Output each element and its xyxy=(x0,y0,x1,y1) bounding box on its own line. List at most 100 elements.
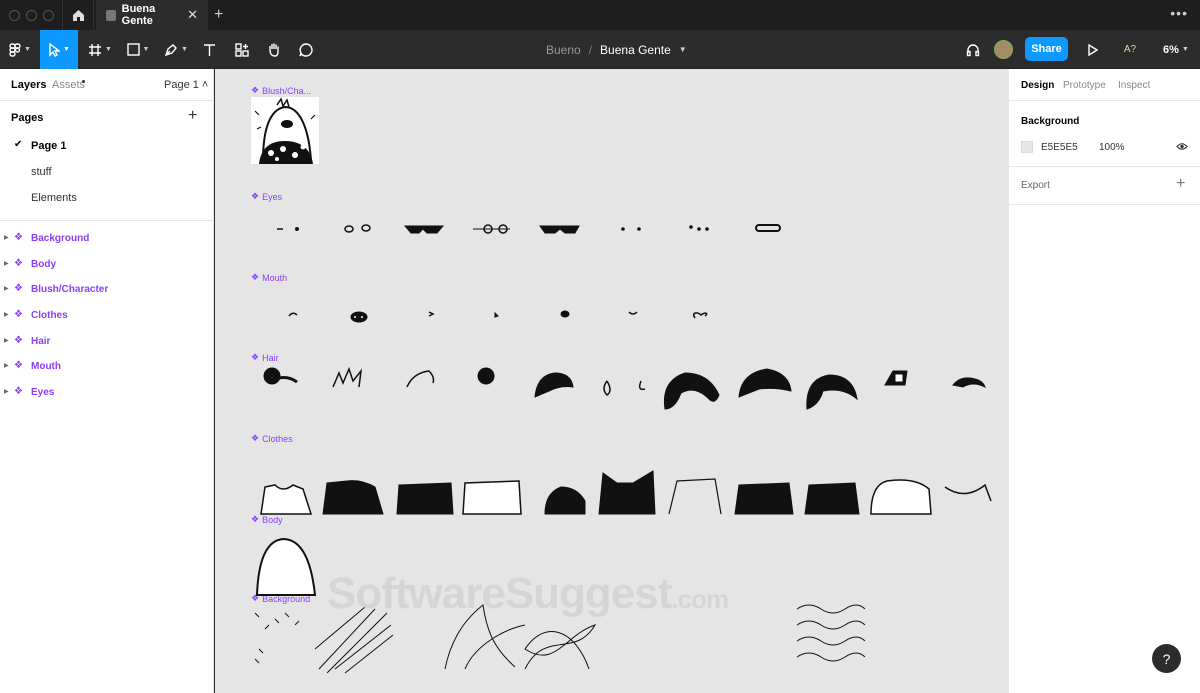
frame-icon xyxy=(89,43,102,56)
character-illustration[interactable] xyxy=(251,97,319,164)
components-icon xyxy=(235,42,249,57)
hair-assets[interactable] xyxy=(263,366,986,410)
tab-design[interactable]: Design xyxy=(1021,80,1054,91)
comment-tool-button[interactable] xyxy=(294,30,318,69)
expand-arrow-icon[interactable]: ▶ xyxy=(4,285,9,292)
file-name[interactable]: Buena Gente xyxy=(600,43,671,57)
layer-row[interactable]: ▶ ❖ Body xyxy=(0,251,213,277)
minimize-window-button[interactable] xyxy=(26,9,37,21)
toolbar: ▼ ▼ ▼ ▼ ▼ Bueno / Buena Gente ▼ Share A? xyxy=(0,30,1200,69)
watermark: SoftwareSuggest.com xyxy=(327,569,729,619)
figma-logo-icon xyxy=(9,42,21,57)
breadcrumb[interactable]: Bueno / Buena Gente ▼ xyxy=(546,30,687,69)
file-tab-label: Buena Gente xyxy=(121,3,156,27)
layer-row[interactable]: ▶ ❖ Background xyxy=(0,225,213,251)
close-tab-icon[interactable]: ✕ xyxy=(187,7,198,23)
layer-name: Body xyxy=(31,258,56,270)
add-export-icon[interactable]: + xyxy=(1176,175,1185,193)
component-icon: ❖ xyxy=(14,309,23,321)
page-selector[interactable]: Page 1 ˄ xyxy=(164,79,208,91)
resources-tool-button[interactable] xyxy=(230,30,254,69)
pen-tool-button[interactable]: ▼ xyxy=(160,30,192,69)
zoom-level: 6% xyxy=(1163,43,1179,56)
page-item[interactable]: Elements xyxy=(0,185,213,211)
layer-name: Eyes xyxy=(31,387,55,399)
shape-tool-button[interactable]: ▼ xyxy=(122,30,154,69)
layer-name: Clothes xyxy=(31,310,68,322)
eye-icon[interactable] xyxy=(1176,142,1188,151)
background-hex-input[interactable]: E5E5E5 xyxy=(1041,142,1078,153)
component-icon: ❖ xyxy=(14,257,23,269)
watermark-suffix: .com xyxy=(671,584,729,614)
present-button[interactable] xyxy=(1082,30,1102,69)
text-tool-button[interactable] xyxy=(198,30,220,69)
tab-prototype[interactable]: Prototype xyxy=(1063,80,1106,91)
layer-row[interactable]: ▶ ❖ Blush/Character xyxy=(0,276,213,302)
layer-name: Mouth xyxy=(31,361,61,373)
checkmark-icon: ✔ xyxy=(14,139,23,150)
more-menu-icon[interactable]: ••• xyxy=(1170,5,1188,21)
expand-arrow-icon[interactable]: ▶ xyxy=(4,311,9,318)
cursor-icon xyxy=(49,42,61,57)
expand-arrow-icon[interactable]: ▶ xyxy=(4,337,9,344)
file-icon xyxy=(106,9,116,21)
accessibility-button[interactable]: A? xyxy=(1118,30,1142,69)
audio-button[interactable] xyxy=(962,30,984,69)
text-icon xyxy=(203,43,215,56)
file-tab[interactable]: Buena Gente ✕ xyxy=(96,0,208,30)
layer-row[interactable]: ▶ ❖ Eyes xyxy=(0,379,213,405)
assets-update-dot xyxy=(82,80,85,83)
help-button[interactable]: ? xyxy=(1152,644,1181,673)
tab-layers[interactable]: Layers xyxy=(11,79,46,91)
canvas[interactable]: ❖ Blush/Cha... ❖ Eyes ❖ Mouth ❖ Hair ❖ Clothe… xyxy=(215,69,1008,693)
hand-icon xyxy=(269,43,279,57)
page-item[interactable]: stuff xyxy=(0,159,213,185)
eyes-assets[interactable] xyxy=(277,224,781,234)
rectangle-icon xyxy=(126,43,140,56)
background-title: Background xyxy=(1021,116,1080,127)
export-title: Export xyxy=(1021,180,1050,191)
zoom-dropdown[interactable]: 6% ▼ xyxy=(1163,30,1189,69)
home-tab[interactable] xyxy=(62,0,94,30)
layer-row[interactable]: ▶ ❖ Clothes xyxy=(0,302,213,328)
close-window-button[interactable] xyxy=(9,9,20,21)
page-item[interactable]: ✔ Page 1 xyxy=(0,133,213,159)
layer-name: Blush/Character xyxy=(31,284,109,296)
pages-title: Pages xyxy=(11,112,44,124)
expand-arrow-icon[interactable]: ▶ xyxy=(4,388,9,395)
clothes-assets[interactable] xyxy=(260,470,992,515)
tab-assets[interactable]: Assets xyxy=(52,79,85,91)
layer-row[interactable]: ▶ ❖ Hair xyxy=(0,328,213,354)
new-tab-button[interactable]: + xyxy=(214,6,223,24)
share-button[interactable]: Share xyxy=(1025,37,1068,61)
expand-arrow-icon[interactable]: ▶ xyxy=(4,260,9,267)
background-section: Background E5E5E5 100% xyxy=(1009,101,1200,167)
layer-row[interactable]: ▶ ❖ Mouth xyxy=(0,353,213,379)
background-opacity-input[interactable]: 100% xyxy=(1099,142,1125,153)
expand-arrow-icon[interactable]: ▶ xyxy=(4,362,9,369)
hand-tool-button[interactable] xyxy=(262,30,286,69)
page-item-label: stuff xyxy=(31,166,52,178)
window-controls[interactable] xyxy=(9,9,54,21)
expand-arrow-icon[interactable]: ▶ xyxy=(4,234,9,241)
right-panel: Design Prototype Inspect Background E5E5… xyxy=(1008,69,1200,693)
avatar[interactable] xyxy=(994,40,1013,59)
frame-tool-button[interactable]: ▼ xyxy=(84,30,116,69)
body-asset[interactable] xyxy=(255,537,317,596)
add-page-icon[interactable]: + xyxy=(188,107,197,125)
main-menu-button[interactable]: ▼ xyxy=(4,30,36,69)
mouth-assets[interactable] xyxy=(288,310,708,323)
breadcrumb-separator: / xyxy=(588,42,593,57)
chevron-down-icon[interactable]: ▼ xyxy=(679,45,687,54)
pen-icon xyxy=(164,43,177,56)
background-color-swatch[interactable] xyxy=(1021,141,1033,153)
component-icon: ❖ xyxy=(14,360,23,372)
layer-name: Background xyxy=(31,233,90,244)
maximize-window-button[interactable] xyxy=(43,9,54,21)
project-name[interactable]: Bueno xyxy=(546,43,581,57)
play-icon xyxy=(1087,43,1098,56)
component-icon: ❖ xyxy=(14,386,23,398)
move-tool-button[interactable]: ▼ xyxy=(40,30,78,69)
tab-inspect[interactable]: Inspect xyxy=(1118,80,1150,91)
left-panel: Layers Assets Page 1 ˄ Pages + ✔ Page 1 … xyxy=(0,69,214,693)
